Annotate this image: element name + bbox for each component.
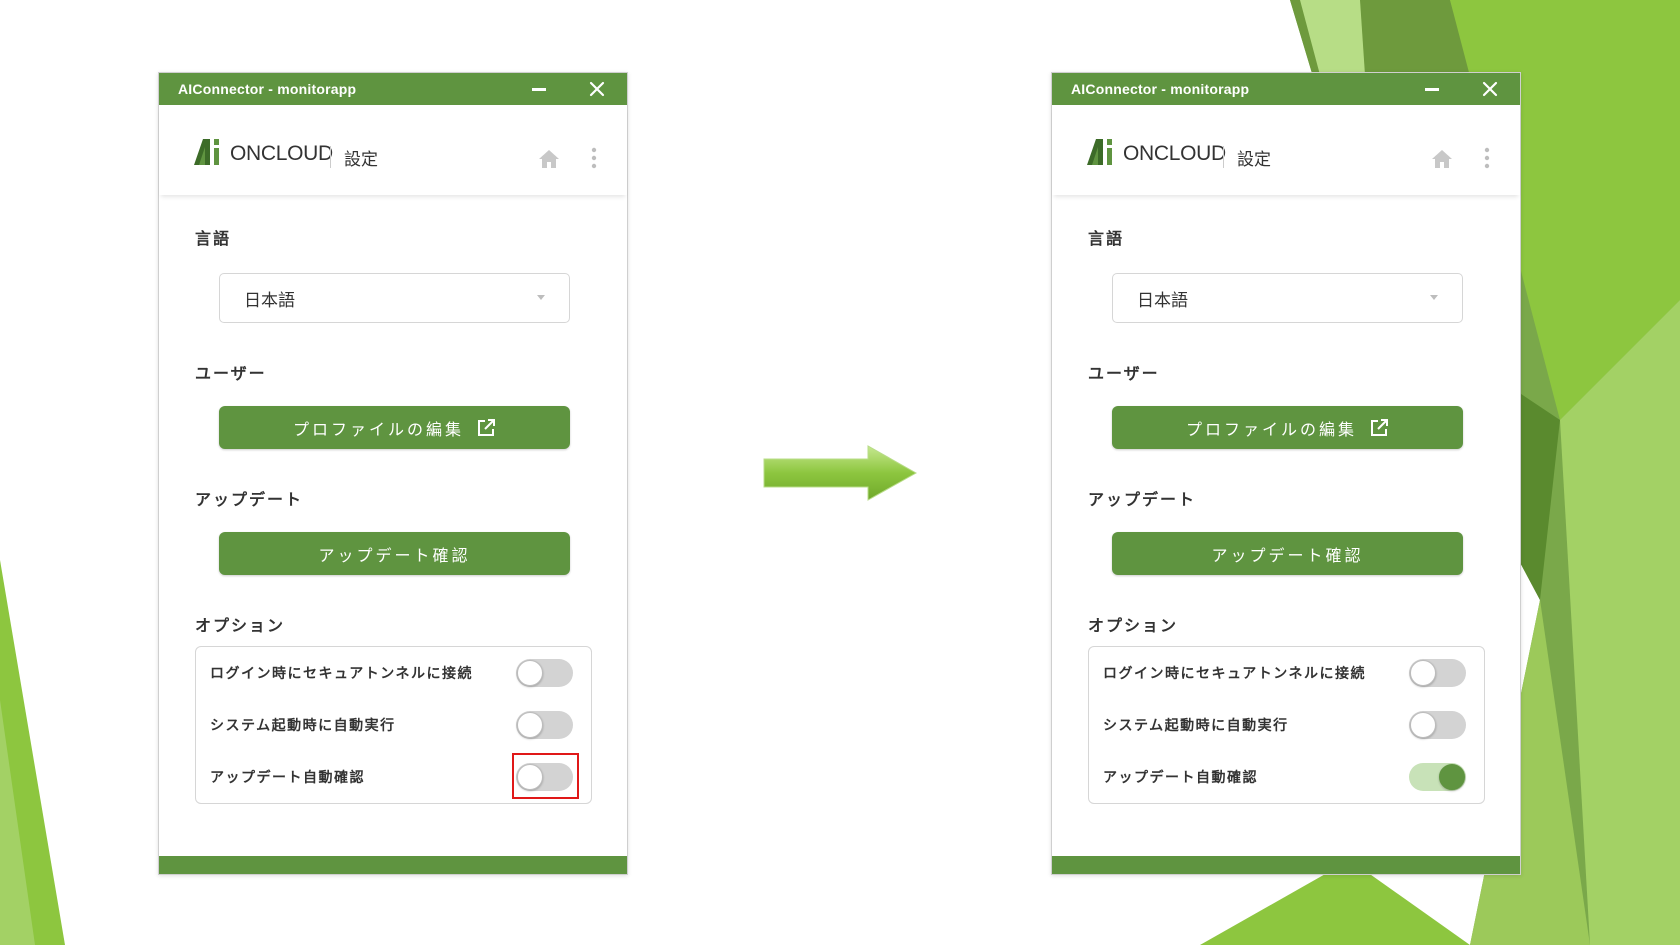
user-section-label: ユーザー xyxy=(1088,364,1160,383)
logo-mark-icon xyxy=(1087,139,1112,165)
options-panel: ログイン時にセキュアトンネルに接続 システム起動時に自動実行 アップデート自動確… xyxy=(1088,646,1485,804)
option-row-secure-tunnel: ログイン時にセキュアトンネルに接続 xyxy=(1103,658,1466,688)
page-title: 設定 xyxy=(1237,150,1271,170)
aioncloud-logo: ONCLOUD xyxy=(1087,135,1226,165)
page-title: 設定 xyxy=(344,150,378,170)
highlight-box xyxy=(512,753,579,799)
logo-mark-icon xyxy=(194,139,219,165)
window-title: AIConnector - monitorapp xyxy=(178,81,357,97)
update-section-label: アップデート xyxy=(1088,490,1197,509)
header-divider xyxy=(1223,146,1224,168)
close-icon[interactable] xyxy=(587,79,607,99)
header-divider xyxy=(330,146,331,168)
options-section-label: オプション xyxy=(195,616,286,635)
check-update-button[interactable]: アップデート確認 xyxy=(219,532,570,575)
edit-profile-button[interactable]: プロファイルの編集 xyxy=(219,406,570,449)
option-label: ログイン時にセキュアトンネルに接続 xyxy=(210,666,473,682)
right-arrow-icon xyxy=(763,445,918,501)
aioncloud-logo: ONCLOUD xyxy=(194,135,333,165)
settings-window-after: AIConnector - monitorapp ONCLOUD 設定 言語 日… xyxy=(1051,72,1521,875)
settings-window-before: AIConnector - monitorapp ONCLOUD 設定 言語 日… xyxy=(158,72,628,875)
option-row-autostart: システム起動時に自動実行 xyxy=(210,710,573,740)
option-row-auto-update: アップデート自動確認 xyxy=(1103,762,1466,792)
language-section-label: 言語 xyxy=(1088,229,1125,248)
options-section-label: オプション xyxy=(1088,616,1179,635)
logo-text: ONCLOUD xyxy=(1123,142,1226,165)
language-section-label: 言語 xyxy=(195,229,232,248)
minimize-icon[interactable] xyxy=(1422,80,1442,98)
option-label: ログイン時にセキュアトンネルに接続 xyxy=(1103,666,1366,682)
secure-tunnel-toggle[interactable] xyxy=(516,659,573,687)
footer-bar xyxy=(1052,856,1520,874)
option-label: システム起動時に自動実行 xyxy=(1103,718,1289,734)
language-select[interactable]: 日本語 xyxy=(1112,273,1463,323)
option-label: システム起動時に自動実行 xyxy=(210,718,396,734)
update-section-label: アップデート xyxy=(195,490,304,509)
toggle-knob xyxy=(1410,660,1436,686)
edit-profile-label: プロファイルの編集 xyxy=(292,419,464,439)
chevron-down-icon xyxy=(537,295,545,300)
kebab-menu-icon[interactable] xyxy=(1484,147,1490,169)
toggle-knob xyxy=(1439,764,1465,790)
close-icon[interactable] xyxy=(1480,79,1500,99)
toggle-knob xyxy=(1410,712,1436,738)
titlebar: AIConnector - monitorapp xyxy=(1052,73,1520,105)
autostart-toggle[interactable] xyxy=(1409,711,1466,739)
check-update-button[interactable]: アップデート確認 xyxy=(1112,532,1463,575)
user-section-label: ユーザー xyxy=(195,364,267,383)
app-header: ONCLOUD 設定 xyxy=(1052,105,1520,195)
language-select[interactable]: 日本語 xyxy=(219,273,570,323)
autostart-toggle[interactable] xyxy=(516,711,573,739)
check-update-label: アップデート確認 xyxy=(1211,545,1364,565)
auto-update-toggle[interactable] xyxy=(1409,763,1466,791)
check-update-label: アップデート確認 xyxy=(318,545,471,565)
logo-text: ONCLOUD xyxy=(230,142,333,165)
external-link-icon xyxy=(1371,418,1388,436)
external-link-icon xyxy=(478,418,495,436)
language-selected-value: 日本語 xyxy=(1137,290,1188,311)
edit-profile-label: プロファイルの編集 xyxy=(1185,419,1357,439)
option-row-autostart: システム起動時に自動実行 xyxy=(1103,710,1466,740)
home-icon[interactable] xyxy=(538,149,560,169)
toggle-knob xyxy=(517,660,543,686)
option-label: アップデート自動確認 xyxy=(1103,770,1258,786)
home-icon[interactable] xyxy=(1431,149,1453,169)
option-label: アップデート自動確認 xyxy=(210,770,365,786)
toggle-knob xyxy=(517,712,543,738)
window-title: AIConnector - monitorapp xyxy=(1071,81,1250,97)
chevron-down-icon xyxy=(1430,295,1438,300)
secure-tunnel-toggle[interactable] xyxy=(1409,659,1466,687)
minimize-icon[interactable] xyxy=(529,80,549,98)
titlebar: AIConnector - monitorapp xyxy=(159,73,627,105)
footer-bar xyxy=(159,856,627,874)
option-row-secure-tunnel: ログイン時にセキュアトンネルに接続 xyxy=(210,658,573,688)
kebab-menu-icon[interactable] xyxy=(591,147,597,169)
language-selected-value: 日本語 xyxy=(244,290,295,311)
edit-profile-button[interactable]: プロファイルの編集 xyxy=(1112,406,1463,449)
app-header: ONCLOUD 設定 xyxy=(159,105,627,195)
